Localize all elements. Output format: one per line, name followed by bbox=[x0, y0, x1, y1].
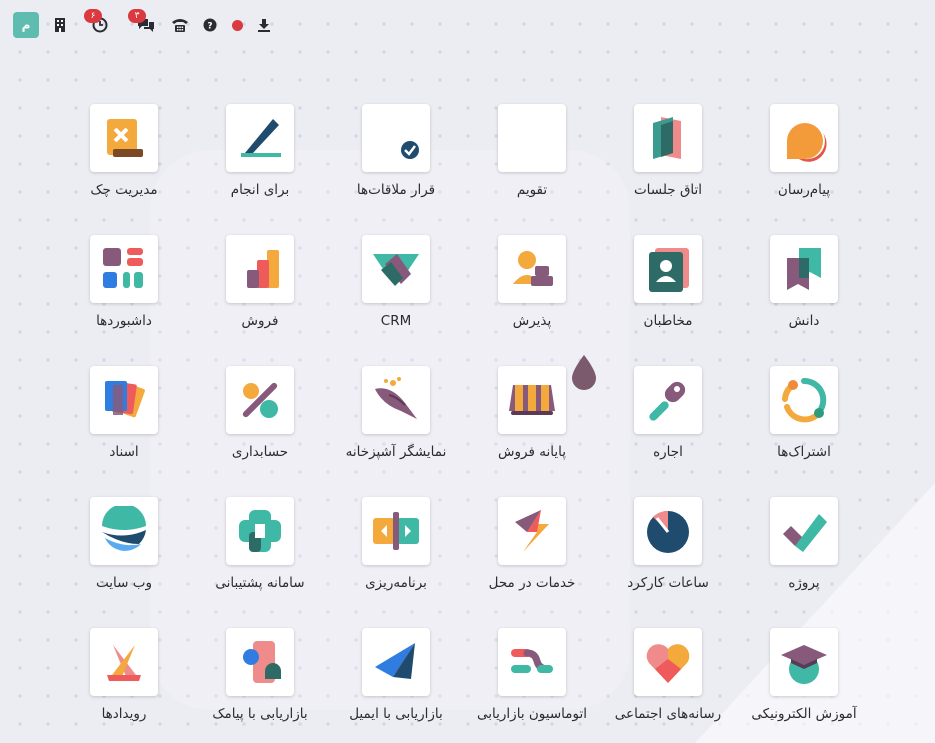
download-icon bbox=[258, 19, 270, 32]
documents-icon bbox=[105, 381, 145, 418]
timesheet-icon bbox=[647, 510, 689, 553]
website-icon bbox=[102, 506, 146, 551]
activity-button[interactable]: ۶ bbox=[84, 9, 110, 36]
app-grid: پیام‌رسان اتاق جلسات 31 تقویم 31 قرار مل… bbox=[72, 104, 872, 743]
app-contacts[interactable]: مخاطبان bbox=[600, 235, 736, 366]
messages-count-badge: ۳ bbox=[128, 9, 146, 23]
app-crm[interactable]: CRM bbox=[328, 235, 464, 366]
top-bar: م ۶ ۳ ? bbox=[0, 0, 935, 48]
events-icon bbox=[107, 645, 141, 681]
email-marketing-icon bbox=[375, 643, 415, 679]
app-elearning[interactable]: آموزش الکترونیکی bbox=[736, 628, 872, 743]
company-icon[interactable] bbox=[52, 14, 68, 36]
app-subscriptions[interactable]: اشتراک‌ها bbox=[736, 366, 872, 497]
app-marketing-automation[interactable]: اتوماسیون بازاریابی bbox=[464, 628, 600, 743]
app-todo[interactable]: برای انجام bbox=[192, 104, 328, 235]
todo-icon bbox=[241, 119, 281, 157]
marketing-automation-icon bbox=[511, 649, 553, 673]
download-button[interactable] bbox=[256, 14, 272, 36]
project-icon bbox=[783, 514, 827, 552]
record-dot-icon bbox=[231, 19, 243, 31]
app-project[interactable]: پروژه bbox=[736, 497, 872, 628]
user-avatar[interactable]: م bbox=[13, 12, 39, 38]
subscriptions-icon bbox=[782, 377, 827, 423]
phone-icon bbox=[172, 19, 188, 32]
app-frontdesk[interactable]: پذیرش bbox=[464, 235, 600, 366]
elearning-icon bbox=[781, 645, 827, 684]
sms-marketing-icon bbox=[243, 641, 281, 683]
app-check-management[interactable]: مدیریت چک bbox=[56, 104, 192, 235]
help-button[interactable]: ? bbox=[202, 14, 218, 36]
dashboards-icon bbox=[103, 248, 143, 288]
svg-text:31: 31 bbox=[507, 118, 509, 162]
app-website[interactable]: وب سایت bbox=[56, 497, 192, 628]
room-icon bbox=[653, 117, 681, 159]
app-knowledge[interactable]: دانش bbox=[736, 235, 872, 366]
app-sales[interactable]: فروش bbox=[192, 235, 328, 366]
check-management-icon bbox=[107, 119, 143, 157]
recording-indicator[interactable] bbox=[230, 14, 244, 36]
app-appointment[interactable]: 31 قرار ملاقات‌ها bbox=[328, 104, 464, 235]
sales-icon bbox=[247, 250, 279, 288]
social-marketing-icon bbox=[646, 644, 690, 683]
app-helpdesk[interactable]: سامانه پشتیبانی bbox=[192, 497, 328, 628]
app-social-marketing[interactable]: رسانه‌های اجتماعی bbox=[600, 628, 736, 743]
help-icon: ? bbox=[203, 18, 217, 32]
app-rental[interactable]: اجاره bbox=[600, 366, 736, 497]
app-sms-marketing[interactable]: بازاریابی با پیامک bbox=[192, 628, 328, 743]
discuss-icon bbox=[787, 123, 827, 162]
app-kitchen-display[interactable]: نمایشگر آشپزخانه bbox=[328, 366, 464, 497]
activity-count-badge: ۶ bbox=[84, 9, 102, 23]
app-discuss[interactable]: پیام‌رسان bbox=[736, 104, 872, 235]
app-events[interactable]: رویدادها bbox=[56, 628, 192, 743]
planning-icon bbox=[373, 512, 419, 550]
app-accounting[interactable]: حسابداری bbox=[192, 366, 328, 497]
phone-button[interactable] bbox=[170, 14, 190, 36]
svg-text:?: ? bbox=[207, 22, 212, 32]
frontdesk-icon bbox=[513, 251, 553, 286]
app-calendar[interactable]: 31 تقویم bbox=[464, 104, 600, 235]
rental-icon bbox=[649, 381, 686, 421]
crm-icon bbox=[373, 254, 419, 286]
kitchen-display-icon bbox=[375, 377, 417, 419]
app-timesheet[interactable]: ساعات کارکرد bbox=[600, 497, 736, 628]
accounting-icon bbox=[242, 382, 278, 418]
app-dashboards[interactable]: داشبوردها bbox=[56, 235, 192, 366]
pos-icon bbox=[509, 385, 555, 415]
app-planning[interactable]: برنامه‌ریزی bbox=[328, 497, 464, 628]
app-field-service[interactable]: خدمات در محل bbox=[464, 497, 600, 628]
knowledge-icon bbox=[787, 248, 821, 290]
appointment-icon: 31 bbox=[371, 118, 419, 162]
calendar-icon: 31 bbox=[507, 118, 509, 162]
field-service-icon bbox=[515, 510, 549, 552]
svg-text:31: 31 bbox=[371, 118, 372, 162]
app-pos[interactable]: پایانه فروش bbox=[464, 366, 600, 497]
helpdesk-icon bbox=[239, 510, 281, 552]
messages-button[interactable]: ۳ bbox=[128, 9, 158, 36]
contacts-icon bbox=[649, 248, 689, 292]
app-documents[interactable]: اسناد bbox=[56, 366, 192, 497]
app-email-marketing[interactable]: بازاریابی با ایمیل bbox=[328, 628, 464, 743]
app-meeting-room[interactable]: اتاق جلسات bbox=[600, 104, 736, 235]
